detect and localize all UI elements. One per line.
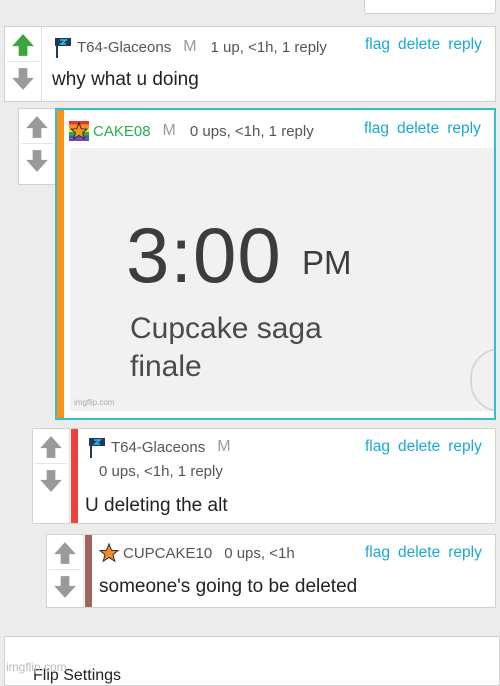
comment-stats: 0 ups, <1h, 1 reply [189,122,314,140]
comment-stats: 0 ups, <1h, 1 reply [99,463,223,480]
comment-meta: T64-Glaceons M [87,436,245,458]
flag-link[interactable]: flag [365,544,390,562]
delete-link[interactable]: delete [397,120,439,138]
comment-actions: flag delete reply [365,544,482,562]
down-arrow-icon [26,150,48,172]
flag-link[interactable]: flag [365,36,390,54]
flag-link[interactable]: flag [365,438,390,456]
up-arrow-icon [12,34,34,56]
downvote-button[interactable] [21,145,53,177]
downvote-button[interactable] [7,63,39,95]
up-arrow-icon [54,542,76,564]
reply-link[interactable]: reply [447,120,481,138]
comment-actions: flag delete reply [365,438,482,456]
page-watermark: imgflip.com [6,660,67,674]
username[interactable]: CUPCAKE10 [123,545,212,562]
up-arrow-icon [26,116,48,138]
meme-caption: Cupcake saga finale [130,310,322,386]
comment-text: someone's going to be deleted [99,576,358,597]
comment-actions: flag delete reply [365,36,482,54]
top-input-box[interactable] [364,0,496,14]
downvote-button[interactable] [49,571,81,603]
comment-stats: 1 up, <1h, 1 reply [210,38,327,56]
flag-icon [89,438,105,458]
mod-badge: M [217,438,231,455]
comment-meta: CAKE08 M 0 ups, <1h, 1 reply [69,120,314,142]
comment-1: T64-Glaceons M 1 up, <1h, 1 reply flag d… [4,26,496,102]
flip-settings-panel[interactable]: Flip Settings [4,636,500,686]
username[interactable]: CAKE08 [93,123,151,140]
delete-link[interactable]: delete [398,36,440,54]
upvote-button[interactable] [35,431,67,464]
flag-icon [55,38,71,58]
username[interactable]: T64-Glaceons [111,439,205,456]
vote-column [5,27,42,101]
comment-stats-row: 0 ups, <1h, 1 reply [99,463,223,480]
meme-image[interactable]: 3:00 PM Cupcake saga finale imgflip.com [70,148,494,411]
up-arrow-icon [40,436,62,458]
vote-column [33,429,70,523]
upvote-button[interactable] [7,29,39,62]
comment-actions: flag delete reply [364,120,481,138]
orange-star-icon [99,542,119,563]
accent-bar [71,429,78,523]
flag-link[interactable]: flag [364,120,389,138]
upvote-button[interactable] [21,111,53,144]
mod-badge: M [162,122,176,139]
rainbow-star-icon [69,121,89,141]
accent-bar [85,535,92,607]
meme-time: 3:00 [126,211,282,299]
mod-badge: M [183,38,197,55]
meme-caption-line1: Cupcake saga [130,312,322,345]
reply-link[interactable]: reply [448,438,482,456]
downvote-button[interactable] [35,465,67,497]
meme-watermark: imgflip.com [74,398,115,407]
reply-link[interactable]: reply [448,36,482,54]
delete-link[interactable]: delete [398,544,440,562]
down-arrow-icon [54,576,76,598]
down-arrow-icon [12,68,34,90]
reply-link[interactable]: reply [448,544,482,562]
username[interactable]: T64-Glaceons [77,39,171,56]
meme-ampm: PM [302,244,352,281]
comment-meta: CUPCAKE10 0 ups, <1h [99,542,295,564]
comment-text: U deleting the alt [85,495,228,516]
accent-bar [57,110,64,418]
comment-3: T64-Glaceons M 0 ups, <1h, 1 reply flag … [32,428,496,524]
vote-column [47,535,84,607]
comment-text: why what u doing [52,69,199,90]
vote-column [18,108,56,185]
meme-caption-line2: finale [130,350,202,383]
upvote-button[interactable] [49,537,81,570]
comment-stats: 0 ups, <1h [224,544,295,562]
comment-4: CUPCAKE10 0 ups, <1h flag delete reply s… [46,534,496,608]
comment-meta: T64-Glaceons M 1 up, <1h, 1 reply [53,36,327,58]
down-arrow-icon [40,470,62,492]
delete-link[interactable]: delete [398,438,440,456]
decorative-arc [470,348,494,411]
